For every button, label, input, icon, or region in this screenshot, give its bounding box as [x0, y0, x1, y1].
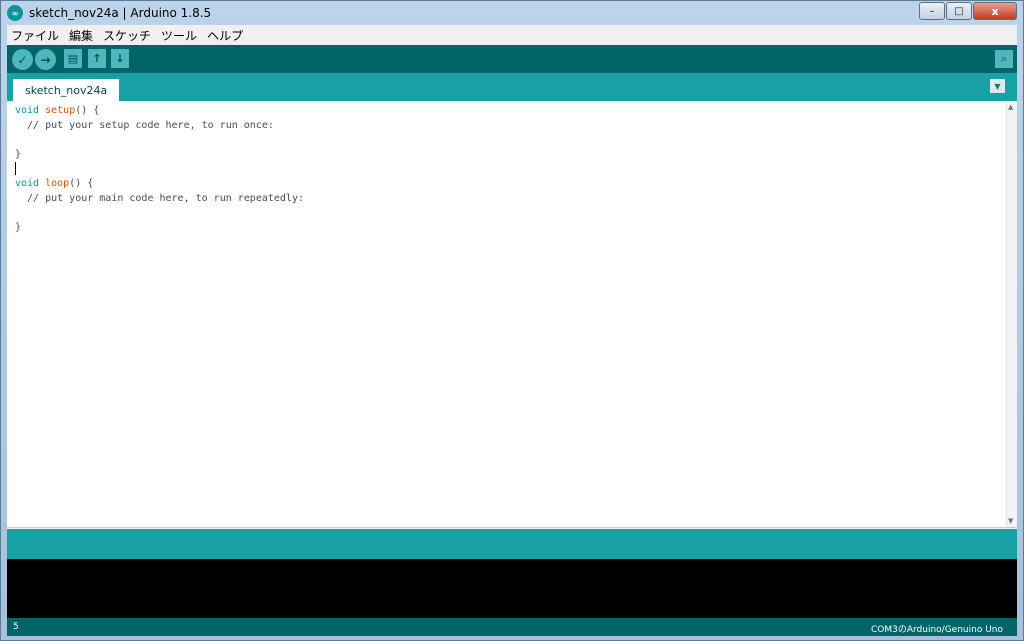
tab-bar: sketch_nov24a ▼	[7, 73, 1017, 101]
code-line-2: // put your setup code here, to run once…	[15, 119, 274, 131]
minimize-button[interactable]: –	[919, 2, 945, 20]
close-button[interactable]: x	[973, 2, 1017, 20]
new-icon[interactable]: ▤	[64, 49, 82, 68]
code-line-1: void setup() {	[15, 105, 100, 116]
scroll-up-icon[interactable]: ▲	[1008, 103, 1013, 111]
menu-tools[interactable]: ツール	[156, 27, 202, 44]
menu-file[interactable]: ファイル	[7, 27, 64, 44]
code-editor[interactable]: void setup() { // put your setup code he…	[7, 101, 1017, 528]
upload-icon[interactable]: →	[35, 49, 56, 70]
menu-edit[interactable]: 編集	[64, 27, 98, 44]
scroll-down-icon[interactable]: ▼	[1008, 517, 1013, 525]
window-controls: – □ x	[918, 2, 1017, 20]
save-icon[interactable]: ↓	[111, 49, 129, 68]
console-output[interactable]	[7, 559, 1017, 618]
code-line-9: }	[15, 221, 22, 233]
tab-menu-chevron-down-icon[interactable]: ▼	[990, 79, 1005, 93]
open-icon[interactable]: ↑	[88, 49, 106, 68]
maximize-button[interactable]: □	[946, 2, 972, 20]
status-board: COM3のArduino/Genuino Uno	[870, 625, 1003, 635]
menu-bar: ファイル 編集 スケッチ ツール ヘルプ	[7, 25, 1017, 45]
code-text[interactable]: void setup() { // put your setup code he…	[15, 104, 304, 235]
message-bar	[7, 529, 1017, 559]
client-area: ファイル 編集 スケッチ ツール ヘルプ ✓ → ▤ ↑ ↓ ⌕ sketch_…	[7, 25, 1017, 636]
code-line-6: void loop() {	[15, 178, 94, 189]
code-line-4: }	[15, 148, 22, 160]
toolbar: ✓ → ▤ ↑ ↓ ⌕	[7, 45, 1017, 73]
verify-icon[interactable]: ✓	[12, 49, 33, 70]
arduino-ide-window: ∞ sketch_nov24a | Arduino 1.8.5 – □ x ファ…	[0, 0, 1024, 641]
status-bar: 5 COM3のArduino/Genuino Uno	[7, 618, 1017, 636]
window-title: sketch_nov24a | Arduino 1.8.5	[29, 6, 212, 20]
title-bar[interactable]: ∞ sketch_nov24a | Arduino 1.8.5 – □ x	[1, 1, 1023, 25]
tab-sketch[interactable]: sketch_nov24a	[13, 79, 120, 101]
arduino-logo-icon: ∞	[7, 5, 23, 21]
status-line-number: 5	[13, 622, 19, 632]
menu-help[interactable]: ヘルプ	[202, 27, 248, 44]
serial-monitor-icon[interactable]: ⌕	[995, 50, 1013, 68]
menu-sketch[interactable]: スケッチ	[98, 27, 156, 44]
text-cursor	[15, 162, 16, 175]
code-line-7: // put your main code here, to run repea…	[15, 192, 304, 204]
vertical-scrollbar[interactable]: ▲ ▼	[1006, 101, 1017, 527]
